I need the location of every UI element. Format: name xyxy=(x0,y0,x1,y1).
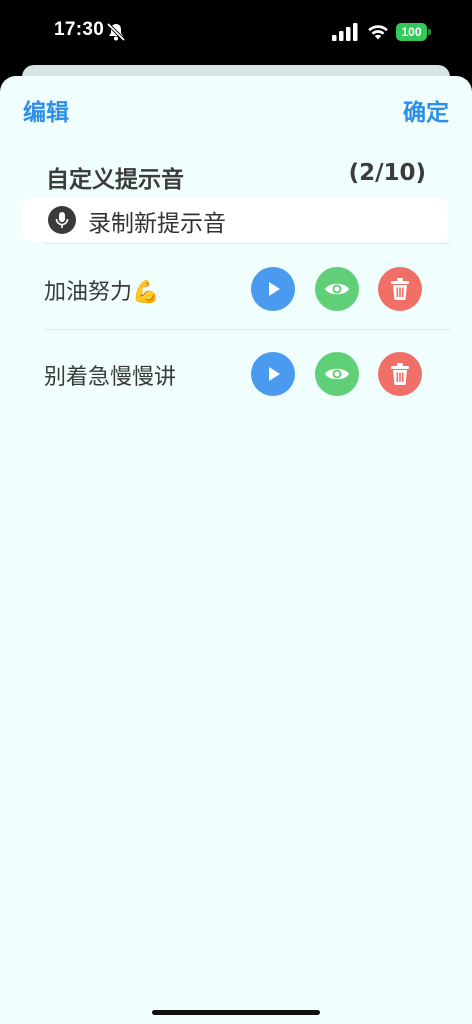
status-bar: 17:30 100 xyxy=(0,0,472,64)
edit-button[interactable]: 编辑 xyxy=(23,93,69,127)
wifi-icon xyxy=(368,25,388,40)
preview-button[interactable] xyxy=(315,352,359,396)
delete-button[interactable] xyxy=(378,352,422,396)
home-indicator xyxy=(152,1010,320,1015)
bell-slash-icon xyxy=(106,22,126,42)
trash-icon xyxy=(391,363,409,385)
mic-icon xyxy=(48,206,76,234)
preview-button[interactable] xyxy=(315,267,359,311)
sound-name: 加油努力💪 xyxy=(44,280,160,305)
done-button[interactable]: 确定 xyxy=(403,93,449,127)
sound-name: 别着急慢慢讲 xyxy=(44,365,177,390)
play-button[interactable] xyxy=(251,267,295,311)
record-new-sound-label: 录制新提示音 xyxy=(88,211,226,237)
divider xyxy=(44,329,450,330)
battery-indicator: 100 xyxy=(396,23,432,41)
record-new-sound-button[interactable]: 录制新提示音 xyxy=(22,198,448,242)
section-title: 自定义提示音 xyxy=(46,167,184,193)
trash-icon xyxy=(391,278,409,300)
eye-icon xyxy=(325,283,349,295)
sound-settings-sheet: 编辑 确定 自定义提示音 (2/10) 录制新提示音 加油努力💪 别着急慢慢讲 xyxy=(0,76,472,1024)
play-button[interactable] xyxy=(251,352,295,396)
status-time: 17:30 xyxy=(54,19,105,40)
battery-level: 100 xyxy=(396,23,427,41)
section-count: (2/10) xyxy=(348,160,426,186)
delete-button[interactable] xyxy=(378,267,422,311)
list-item: 别着急慢慢讲 xyxy=(0,332,472,416)
play-icon xyxy=(269,367,280,381)
divider xyxy=(44,243,450,244)
list-item: 加油努力💪 xyxy=(0,247,472,331)
battery-tip xyxy=(428,29,431,35)
play-icon xyxy=(269,282,280,296)
signal-icon xyxy=(332,23,358,41)
eye-icon xyxy=(325,368,349,380)
